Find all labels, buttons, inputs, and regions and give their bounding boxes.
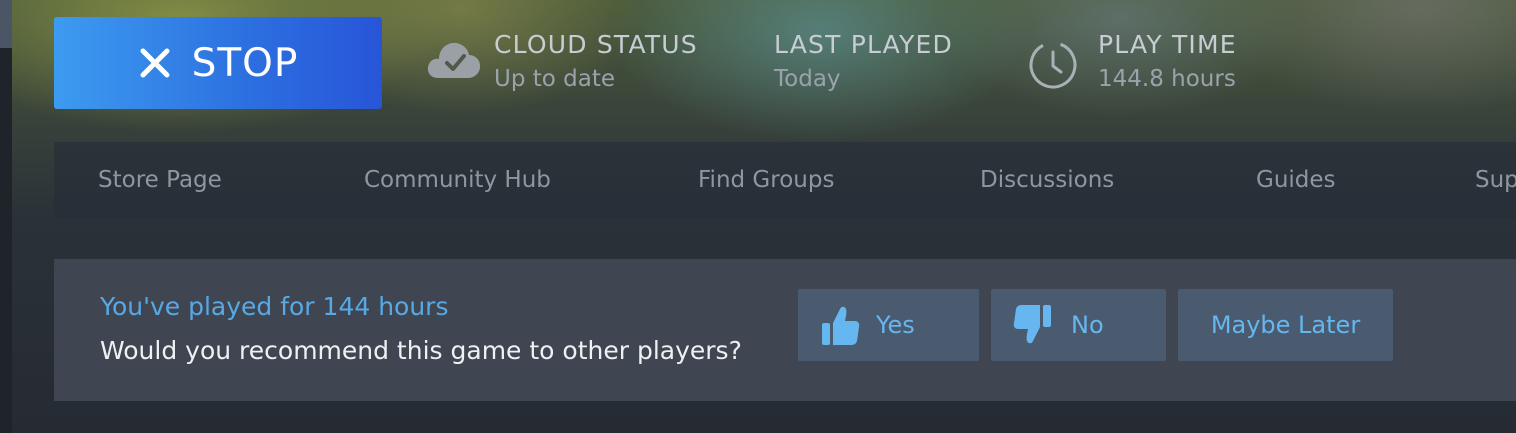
game-nav-bar: Store Page Community Hub Find Groups Dis… [54, 142, 1516, 218]
thumbs-down-icon [1013, 305, 1051, 344]
stop-button[interactable]: STOP [54, 17, 382, 109]
thumbs-up-icon [822, 306, 860, 345]
nav-store-page[interactable]: Store Page [98, 142, 222, 218]
nav-discussions[interactable]: Discussions [980, 142, 1114, 218]
nav-guides[interactable]: Guides [1256, 142, 1336, 218]
clock-icon [1029, 41, 1077, 89]
close-x-icon [140, 48, 170, 78]
play-time-label: PLAY TIME [1098, 30, 1237, 59]
left-sidebar-scroll-thumb[interactable] [0, 0, 12, 48]
nav-community-hub[interactable]: Community Hub [364, 142, 551, 218]
review-question-text: Would you recommend this game to other p… [100, 336, 742, 365]
last-played: LAST PLAYED Today [774, 28, 953, 98]
review-hours-text: You've played for 144 hours [100, 292, 449, 321]
recommend-yes-button[interactable]: Yes [798, 289, 979, 361]
play-time-value: 144.8 hours [1098, 66, 1236, 92]
recommend-no-button[interactable]: No [991, 289, 1166, 361]
last-played-label: LAST PLAYED [774, 30, 953, 59]
nav-find-groups[interactable]: Find Groups [698, 142, 834, 218]
maybe-later-label: Maybe Later [1210, 311, 1361, 339]
stop-button-label: STOP [191, 40, 299, 86]
nav-support[interactable]: Sup [1475, 142, 1516, 218]
game-details-page: STOP CLOUD STATUS Up to date LAST PLAYED… [0, 0, 1516, 433]
yes-button-label: Yes [876, 311, 915, 339]
last-played-value: Today [774, 66, 841, 92]
cloud-check-icon[interactable] [426, 34, 482, 82]
no-button-label: No [1071, 311, 1104, 339]
left-sidebar-edge [0, 0, 12, 433]
cloud-status-value: Up to date [494, 66, 616, 92]
play-time: PLAY TIME 144.8 hours [1098, 28, 1237, 98]
review-prompt-panel: You've played for 144 hours Would you re… [54, 259, 1516, 401]
cloud-status-label: CLOUD STATUS [494, 30, 698, 59]
cloud-status: CLOUD STATUS Up to date [494, 28, 698, 98]
maybe-later-button[interactable]: Maybe Later [1178, 289, 1393, 361]
